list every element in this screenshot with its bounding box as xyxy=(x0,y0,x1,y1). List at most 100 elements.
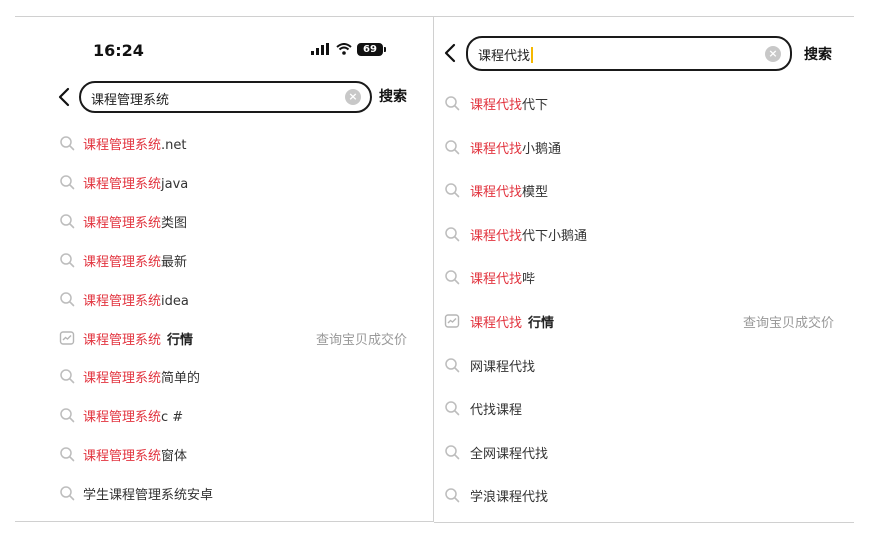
search-button[interactable]: 搜索 xyxy=(379,86,407,106)
suggestion-rest: 网课程代找 xyxy=(470,359,536,375)
search-icon xyxy=(60,136,75,151)
suggestion-text: 网课程代找 xyxy=(470,356,535,375)
suggestion-text: 课程管理系统最新 xyxy=(83,251,187,270)
suggestion-text: 课程管理系统java xyxy=(83,173,188,192)
search-icon xyxy=(60,252,75,267)
suggestion-rest: 最新 xyxy=(161,254,188,270)
suggestion-highlight: 课程代找 xyxy=(470,316,523,331)
suggestion-highlight: 课程管理系统 xyxy=(83,410,162,426)
search-icon xyxy=(60,408,75,423)
suggestion-item[interactable]: 学生课程管理系统安卓 xyxy=(15,478,433,508)
suggestion-rest: 学生课程管理系统安卓 xyxy=(83,488,214,504)
suggestion-rest: c # xyxy=(161,410,184,426)
search-button[interactable]: 搜索 xyxy=(804,44,832,64)
suggestion-item[interactable]: 课程管理系统java xyxy=(15,167,433,197)
suggestion-highlight: 课程代找 xyxy=(470,141,523,157)
suggestion-item[interactable]: 课程管理系统类图 xyxy=(15,206,433,236)
suggestion-item[interactable]: 学浪课程代找 xyxy=(434,480,854,510)
suggestion-rest: idea xyxy=(161,293,189,309)
suggestion-item[interactable]: 课程代找哔 xyxy=(434,262,854,292)
suggestion-rest: .net xyxy=(161,138,187,153)
clear-icon[interactable]: × xyxy=(765,46,781,62)
search-query-text[interactable]: 课程代找 xyxy=(478,45,534,64)
status-time: 16:24 xyxy=(93,41,144,60)
suggestion-highlight: 课程管理系统 xyxy=(83,138,162,153)
signal-icon xyxy=(311,43,329,55)
search-icon xyxy=(445,183,460,198)
suggestion-item[interactable]: 课程管理系统最新 xyxy=(15,245,433,275)
clear-icon[interactable]: × xyxy=(345,89,361,105)
suggestion-text: 课程代找 行情 xyxy=(470,312,554,331)
suggestion-item[interactable]: 课程管理系统简单的 xyxy=(15,361,433,391)
suggestion-highlight: 课程管理系统 xyxy=(83,293,162,309)
suggestion-text: 课程代找哔 xyxy=(470,268,535,287)
trend-icon xyxy=(59,330,75,345)
suggestion-highlight: 课程代找 xyxy=(470,98,523,113)
suggestion-text: 课程管理系统简单的 xyxy=(83,367,200,386)
search-input[interactable]: 课程代找 × xyxy=(466,36,792,71)
suggestion-item[interactable]: 课程管理系统窗体 xyxy=(15,439,433,469)
search-input[interactable]: 课程管理系统 × xyxy=(79,81,372,113)
price-query-link[interactable]: 查询宝贝成交价 xyxy=(316,329,407,348)
search-bar: 课程代找 × 搜索 xyxy=(434,36,854,71)
suggestion-highlight: 课程代找 xyxy=(470,185,523,201)
status-icons: 69 xyxy=(311,42,386,56)
suggestion-text: 课程管理系统.net xyxy=(83,134,186,153)
search-icon xyxy=(60,291,75,306)
search-icon xyxy=(445,270,460,285)
search-icon xyxy=(445,96,460,111)
suggestion-text: 代找课程 xyxy=(470,399,522,418)
suggestion-rest: 代下 xyxy=(522,98,549,113)
search-icon xyxy=(445,357,460,372)
suggestion-highlight: 课程管理系统 xyxy=(83,332,162,348)
suggestion-highlight: 课程管理系统 xyxy=(83,449,162,465)
suggestion-highlight: 课程管理系统 xyxy=(83,254,162,270)
search-query-text[interactable]: 课程管理系统 xyxy=(91,89,169,108)
search-query-value: 课程代找 xyxy=(478,49,531,64)
suggestion-text: 课程管理系统 行情 xyxy=(83,329,193,348)
price-query-link[interactable]: 查询宝贝成交价 xyxy=(743,312,834,331)
suggestion-rest: 哔 xyxy=(522,272,536,288)
suggestion-item[interactable]: 全网课程代找 xyxy=(434,437,854,467)
suggestion-text: 课程代找小鹅通 xyxy=(470,138,561,157)
suggestion-text: 课程管理系统c # xyxy=(83,406,183,425)
status-bar: 16:24 69 xyxy=(15,17,433,67)
search-icon xyxy=(445,488,460,503)
suggestion-rest: 代下小鹅通 xyxy=(522,228,588,244)
suggestion-item[interactable]: 课程代找小鹅通 xyxy=(434,132,854,162)
suggestion-text: 课程代找代下 xyxy=(470,94,548,113)
market-tag: 行情 xyxy=(528,316,555,331)
suggestion-item[interactable]: 课程代找 行情 查询宝贝成交价 xyxy=(434,306,854,336)
back-arrow-icon[interactable] xyxy=(57,87,71,107)
search-icon xyxy=(60,369,75,384)
suggestion-item[interactable]: 代找课程 xyxy=(434,393,854,423)
trend-icon xyxy=(444,314,460,328)
suggestion-text: 学浪课程代找 xyxy=(470,486,548,505)
suggestion-item[interactable]: 课程代找代下 xyxy=(434,88,854,118)
search-icon xyxy=(445,445,460,460)
suggestion-rest: 小鹅通 xyxy=(522,141,562,157)
search-icon xyxy=(445,139,460,154)
search-icon xyxy=(60,175,75,190)
suggestion-item[interactable]: 网课程代找 xyxy=(434,350,854,380)
suggestion-rest: 简单的 xyxy=(161,371,201,387)
back-arrow-icon[interactable] xyxy=(443,43,457,63)
suggestion-rest: 学浪课程代找 xyxy=(470,490,549,506)
search-icon xyxy=(445,227,460,242)
suggestion-highlight: 课程管理系统 xyxy=(83,371,162,387)
suggestion-text: 课程管理系统idea xyxy=(83,290,189,309)
suggestion-item[interactable]: 课程管理系统.net xyxy=(15,128,433,158)
suggestion-text: 课程代找模型 xyxy=(470,181,548,200)
suggestion-item[interactable]: 课程管理系统 行情 查询宝贝成交价 xyxy=(15,323,433,353)
suggestion-item[interactable]: 课程代找模型 xyxy=(434,175,854,205)
wifi-icon xyxy=(336,43,352,55)
suggestion-item[interactable]: 课程管理系统c # xyxy=(15,400,433,430)
suggestion-item[interactable]: 课程代找代下小鹅通 xyxy=(434,219,854,249)
suggestion-item[interactable]: 课程管理系统idea xyxy=(15,284,433,314)
text-caret xyxy=(531,47,534,63)
search-icon xyxy=(60,214,75,229)
suggestion-rest: 代找课程 xyxy=(470,403,523,419)
suggestion-highlight: 课程代找 xyxy=(470,228,523,244)
suggestion-rest: java xyxy=(161,176,189,192)
suggestion-rest: 模型 xyxy=(522,185,549,201)
